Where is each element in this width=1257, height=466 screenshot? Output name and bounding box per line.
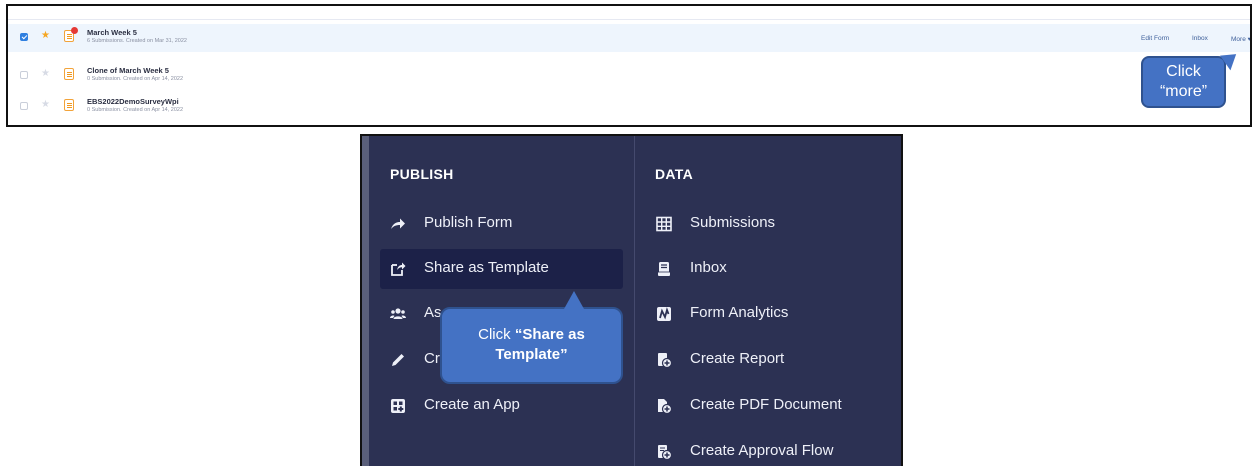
menu-item-create-approval-flow[interactable]: Create Approval Flow [646, 432, 886, 466]
form-meta: 6 Submissions. Created on Mar 31, 2022 [87, 38, 187, 44]
menu-item-form-analytics[interactable]: Form Analytics [646, 294, 886, 334]
analytics-icon [657, 307, 671, 321]
callout-emphasis: “Share as [514, 326, 585, 343]
menu-item-label: Inbox [690, 259, 727, 276]
menu-item-label: Create Approval Flow [690, 442, 834, 459]
form-icon [64, 99, 74, 111]
callout-line: Template” [442, 345, 621, 365]
menu-scroll-rail [362, 136, 369, 466]
star-icon[interactable]: ★ [41, 99, 50, 111]
more-menu-panel: PUBLISH DATA Publish Form Share as Templ… [360, 134, 903, 466]
list-header-divider [8, 19, 1250, 20]
row-checkbox[interactable] [20, 71, 28, 79]
star-icon[interactable]: ★ [41, 30, 50, 42]
table-icon [656, 216, 672, 232]
publish-section-title: PUBLISH [390, 166, 454, 182]
approval-icon [658, 445, 672, 460]
share-template-icon [391, 262, 406, 276]
callout-pointer [564, 291, 584, 309]
row-checkbox[interactable] [20, 102, 28, 110]
menu-item-inbox[interactable]: Inbox [646, 249, 886, 289]
menu-item-label: Create Report [690, 350, 785, 367]
arrow-share-icon [391, 218, 405, 229]
inbox-icon [658, 262, 670, 276]
pdf-doc-icon [658, 399, 672, 414]
form-name[interactable]: March Week 5 [87, 28, 137, 37]
menu-column-divider [634, 136, 635, 466]
click-more-callout: Click “more” [1141, 47, 1242, 108]
menu-item-create-an-app[interactable]: Create an App [380, 386, 623, 426]
form-name[interactable]: EBS2022DemoSurveyWpi [87, 97, 179, 106]
more-dropdown[interactable]: More ▾ [1231, 35, 1250, 43]
menu-item-submissions[interactable]: Submissions [646, 204, 886, 244]
menu-item-create-report[interactable]: Create Report [646, 340, 886, 380]
form-row[interactable]: ★ March Week 5 6 Submissions. Created on… [8, 24, 1250, 52]
menu-item-label: Create PDF Document [690, 396, 842, 413]
menu-item-label: Submissions [690, 214, 776, 231]
form-row[interactable]: ★ EBS2022DemoSurveyWpi 0 Submission. Cre… [8, 93, 1250, 121]
edit-form-link[interactable]: Edit Form [1141, 35, 1169, 42]
menu-item-publish-form[interactable]: Publish Form [380, 204, 623, 244]
report-icon [658, 353, 672, 368]
click-share-template-callout: Click “Share as Template” [440, 291, 623, 384]
menu-item-label: Share as Template [424, 259, 549, 276]
people-icon [390, 308, 406, 319]
inbox-link[interactable]: Inbox [1192, 35, 1208, 42]
form-list-panel: ★ March Week 5 6 Submissions. Created on… [6, 4, 1252, 127]
notification-badge [71, 27, 78, 34]
menu-item-label: Publish Form [424, 214, 513, 231]
star-icon[interactable]: ★ [41, 68, 50, 80]
form-icon [64, 68, 74, 80]
menu-item-label: Cr [424, 350, 440, 367]
menu-item-label: Create an App [424, 396, 520, 413]
data-section-title: DATA [655, 166, 694, 182]
app-grid-icon [391, 399, 405, 413]
callout-line: Click “Share as [442, 325, 621, 345]
callout-prefix: Click [478, 326, 515, 343]
form-meta: 0 Submission. Created on Apr 14, 2022 [87, 107, 184, 113]
callout-line: “more” [1159, 83, 1208, 100]
form-row[interactable]: ★ Clone of March Week 5 0 Submission. Cr… [8, 62, 1250, 90]
form-meta: 0 Submission. Created on Apr 14, 2022 [87, 76, 184, 82]
form-name[interactable]: Clone of March Week 5 [87, 66, 169, 75]
row-checkbox[interactable] [20, 33, 28, 41]
pencil-icon [392, 354, 404, 366]
menu-item-share-as-template[interactable]: Share as Template [380, 249, 623, 289]
menu-item-create-pdf-document[interactable]: Create PDF Document [646, 386, 886, 426]
menu-item-label: Form Analytics [690, 304, 789, 321]
callout-emphasis: Template” [495, 346, 568, 363]
menu-item-label: As [424, 304, 442, 321]
callout-line: Click [1166, 63, 1201, 80]
